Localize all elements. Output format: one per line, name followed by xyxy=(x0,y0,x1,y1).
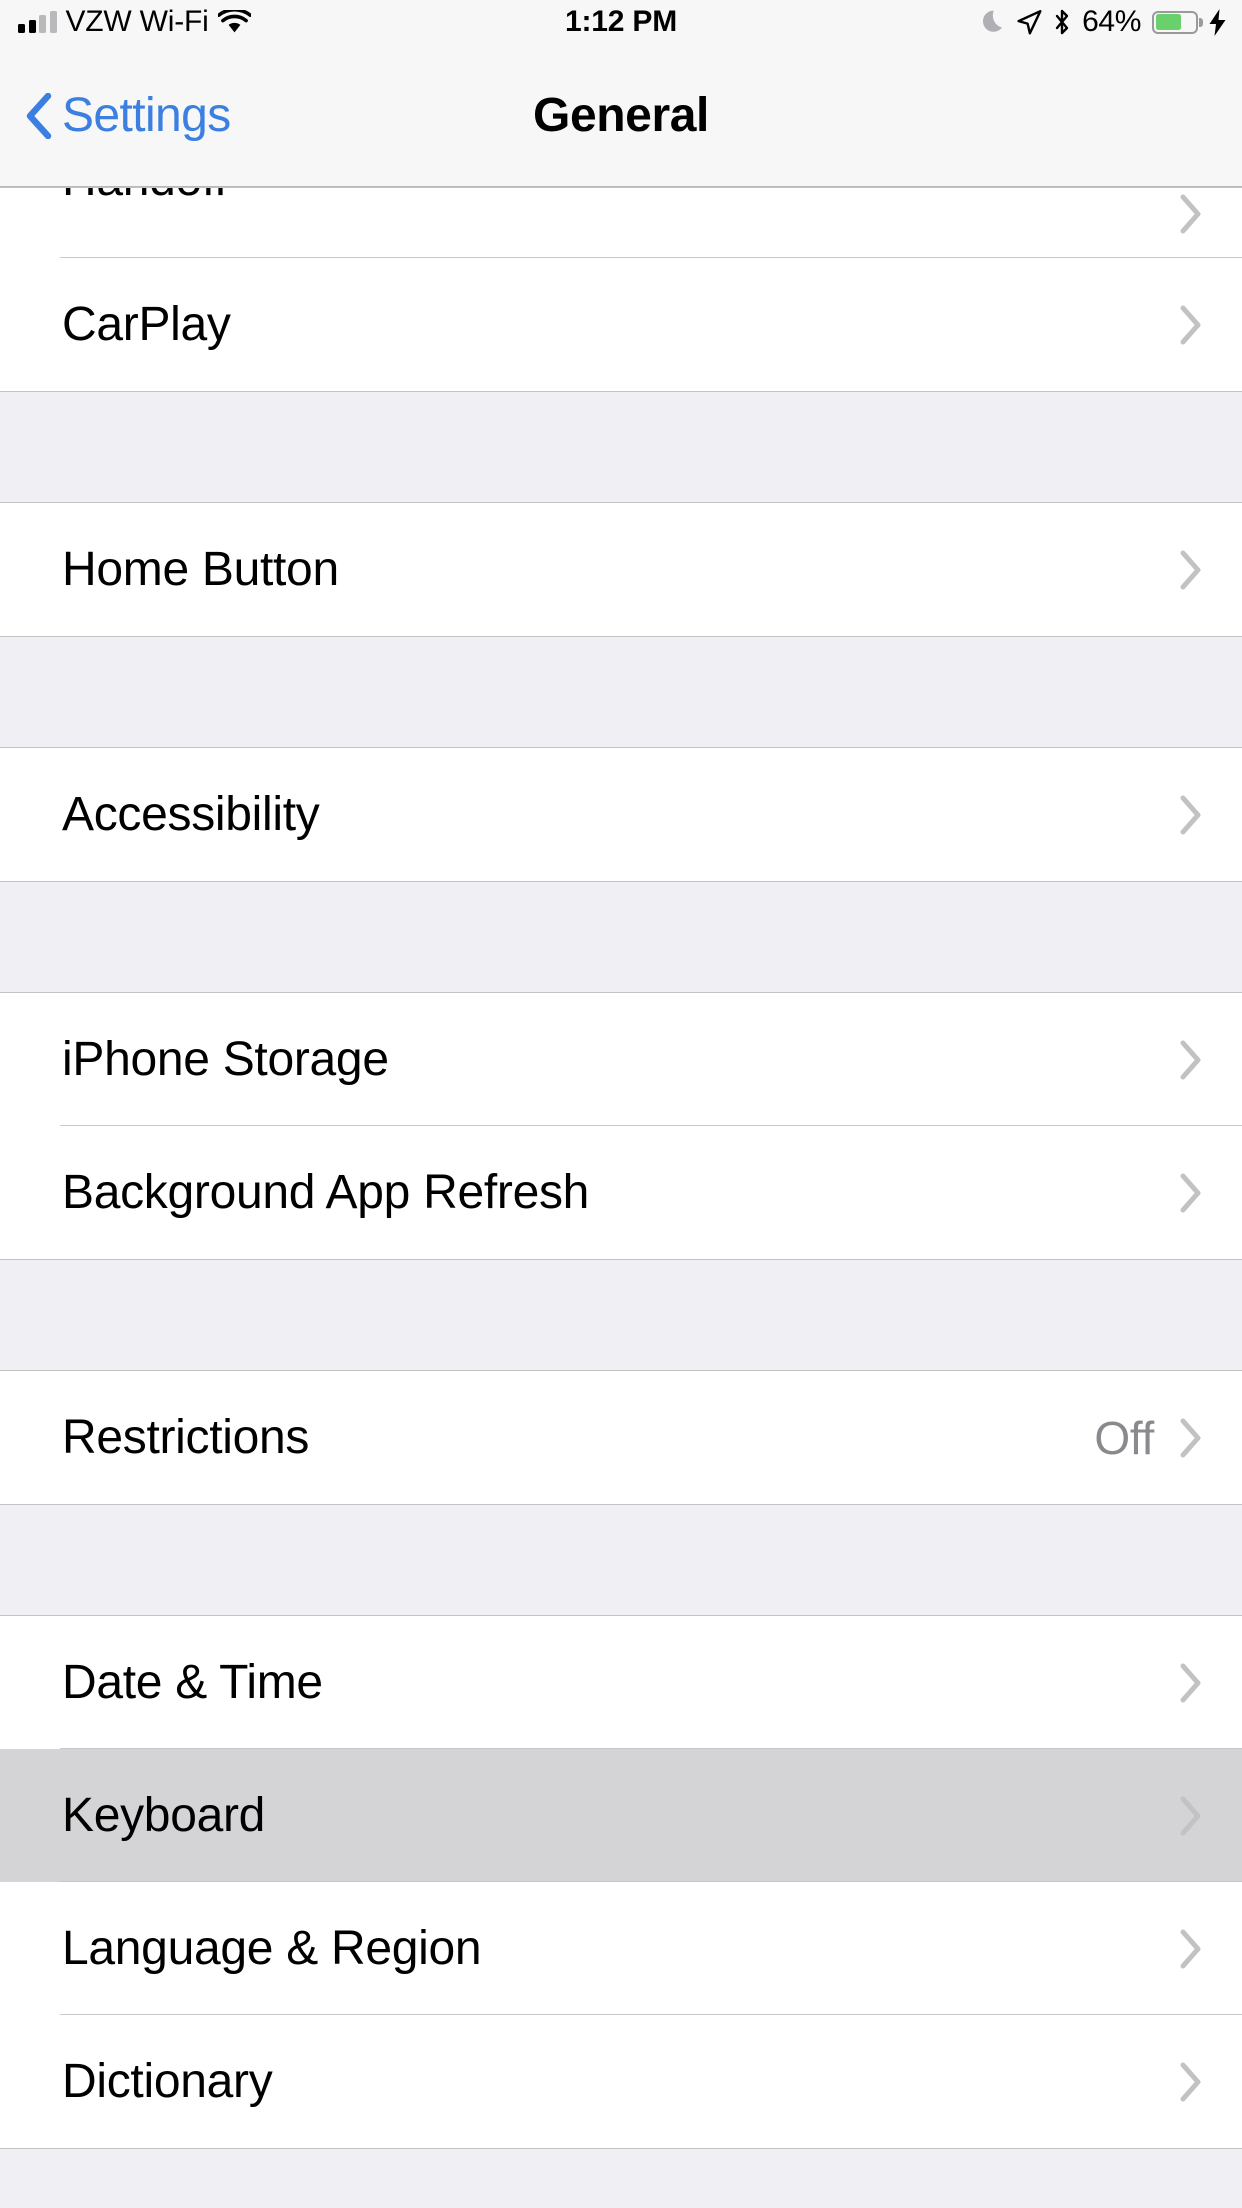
location-arrow-icon xyxy=(1017,9,1042,35)
settings-row-value: Off xyxy=(1094,1411,1154,1464)
section-gap xyxy=(0,637,1242,747)
chevron-right-icon xyxy=(1180,1929,1202,1969)
settings-row-label: Language & Region xyxy=(62,1921,482,1975)
settings-section: Accessibility xyxy=(0,747,1242,882)
chevron-right-icon xyxy=(1180,550,1202,590)
settings-row-label: CarPlay xyxy=(62,297,231,351)
settings-row-date-time[interactable]: Date & Time xyxy=(0,1616,1242,1749)
chevron-right-icon xyxy=(1180,305,1202,345)
clock-label: 1:12 PM xyxy=(565,5,677,38)
settings-row-label: Keyboard xyxy=(62,1788,266,1842)
settings-row-background-app-refresh[interactable]: Background App Refresh xyxy=(0,1126,1242,1259)
settings-row-handoff[interactable]: Handoff xyxy=(0,188,1242,258)
settings-row-carplay[interactable]: CarPlay xyxy=(0,258,1242,391)
settings-row-label: Handoff xyxy=(62,188,227,204)
settings-row-label: Dictionary xyxy=(62,2054,273,2108)
lightning-bolt-icon xyxy=(1209,8,1226,36)
section-gap xyxy=(0,392,1242,502)
navigation-bar: Settings General xyxy=(0,44,1242,187)
settings-row-label: iPhone Storage xyxy=(62,1032,389,1086)
settings-row-language-region[interactable]: Language & Region xyxy=(0,1882,1242,2015)
iphone-screen: VZW Wi-Fi 1:12 PM 64% Settings General C… xyxy=(0,0,1242,2208)
chevron-right-icon xyxy=(1180,795,1202,835)
settings-section: Date & Time Keyboard Language & Region Dict… xyxy=(0,1615,1242,2149)
settings-section: Handoff CarPlay xyxy=(0,187,1242,392)
settings-list[interactable]: Handoff CarPlay Home Button Accessibility iP… xyxy=(0,187,1242,2208)
chevron-right-icon xyxy=(1180,1796,1202,1836)
settings-row-restrictions[interactable]: Restrictions Off xyxy=(0,1371,1242,1504)
chevron-right-icon xyxy=(1180,1173,1202,1213)
settings-section: Home Button xyxy=(0,502,1242,637)
chevron-right-icon xyxy=(1180,1040,1202,1080)
moon-icon xyxy=(982,9,1006,35)
settings-row-iphone-storage[interactable]: iPhone Storage xyxy=(0,993,1242,1126)
status-bar: VZW Wi-Fi 1:12 PM 64% xyxy=(0,0,1242,44)
section-gap xyxy=(0,1260,1242,1370)
settings-row-accessibility[interactable]: Accessibility xyxy=(0,748,1242,881)
page-title: General xyxy=(533,89,709,142)
section-gap xyxy=(0,882,1242,992)
chevron-right-icon xyxy=(1180,1663,1202,1703)
settings-row-label: Background App Refresh xyxy=(62,1165,590,1219)
battery-percent-label: 64% xyxy=(1082,5,1141,38)
chevron-right-icon xyxy=(1180,2062,1202,2102)
bluetooth-icon xyxy=(1053,9,1071,36)
settings-section: iPhone Storage Background App Refresh xyxy=(0,992,1242,1260)
settings-row-label: Accessibility xyxy=(62,787,320,841)
settings-row-keyboard[interactable]: Keyboard xyxy=(0,1749,1242,1882)
settings-row-home-button[interactable]: Home Button xyxy=(0,503,1242,636)
chevron-right-icon xyxy=(1180,194,1202,234)
settings-row-label: Home Button xyxy=(62,542,339,596)
status-bar-right: 64% xyxy=(982,0,1226,44)
settings-row-dictionary[interactable]: Dictionary xyxy=(0,2015,1242,2148)
section-gap-bottom xyxy=(0,2149,1242,2208)
settings-row-label: Date & Time xyxy=(62,1655,323,1709)
battery-icon xyxy=(1152,10,1203,34)
settings-section: Restrictions Off xyxy=(0,1370,1242,1505)
chevron-right-icon xyxy=(1180,1418,1202,1458)
settings-row-label: Restrictions xyxy=(62,1410,310,1464)
section-gap xyxy=(0,1505,1242,1615)
